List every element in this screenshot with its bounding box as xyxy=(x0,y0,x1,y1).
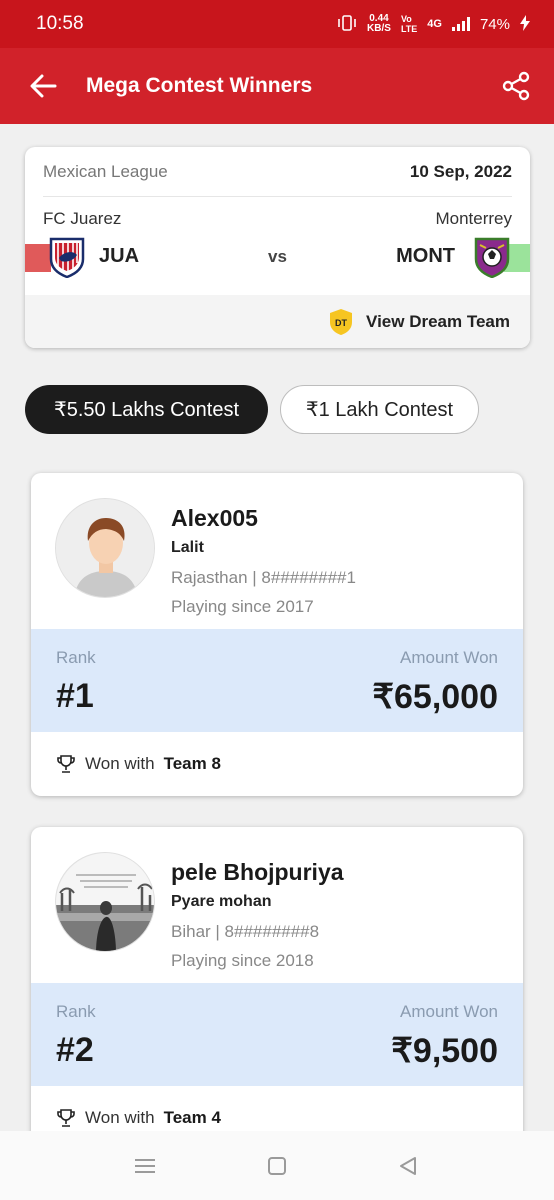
winning-team-name: Team 8 xyxy=(163,754,221,773)
contest-tab-5-50-lakhs[interactable]: ₹5.50 Lakhs Contest xyxy=(25,385,268,434)
winner-playing-since: Playing since 2018 xyxy=(171,951,314,970)
home-nav-icon xyxy=(268,1157,286,1175)
user-photo-icon xyxy=(56,853,154,951)
won-with-team: Won with Team 8 xyxy=(56,754,221,774)
system-nav-bar xyxy=(0,1131,554,1200)
rank-value: #1 xyxy=(56,677,94,715)
home-team-name: FC Juarez xyxy=(43,209,122,228)
winner-real-name: Pyare mohan xyxy=(171,893,272,910)
winner-real-name: Lalit xyxy=(171,539,204,556)
avatar xyxy=(55,852,155,952)
avatar xyxy=(55,498,155,598)
rank-label: Rank xyxy=(56,648,96,667)
rank-band: Rank Amount Won #2 ₹9,500 xyxy=(31,983,523,1086)
away-team-name: Monterrey xyxy=(435,209,512,228)
status-time: 10:58 xyxy=(36,13,84,34)
match-card: Mexican League 10 Sep, 2022 FC Juarez Mo… xyxy=(25,147,530,348)
home-button[interactable] xyxy=(264,1153,290,1179)
dream-badge-text: DT xyxy=(335,318,347,328)
winning-team-name: Team 4 xyxy=(163,1108,221,1127)
trophy-icon xyxy=(57,755,75,773)
won-with-label: Won with xyxy=(85,1108,155,1127)
winner-username: Alex005 xyxy=(171,505,258,531)
vibrate-icon xyxy=(337,14,357,34)
net-speed-icon: 0.44 KB/S xyxy=(367,13,391,34)
share-button[interactable] xyxy=(486,48,546,124)
teams-row: JUA vs MONT xyxy=(25,233,530,279)
charging-icon xyxy=(520,14,530,34)
page-title: Mega Contest Winners xyxy=(86,74,313,97)
network-type-icon: 4G xyxy=(427,18,442,30)
winner-username: pele Bhojpuriya xyxy=(171,859,344,885)
winner-location: Rajasthan | 8########1 xyxy=(171,568,356,587)
view-dream-team-button[interactable]: DT View Dream Team xyxy=(25,295,530,348)
match-header: Mexican League 10 Sep, 2022 xyxy=(43,147,512,197)
amount-won-value: ₹9,500 xyxy=(391,1032,498,1070)
winner-playing-since: Playing since 2017 xyxy=(171,597,314,616)
dream-team-badge-icon: DT xyxy=(328,308,354,336)
app-bar: Mega Contest Winners xyxy=(0,48,554,124)
rank-label: Rank xyxy=(56,1002,96,1021)
won-with-team: Won with Team 4 xyxy=(56,1108,221,1128)
team-names: FC Juarez Monterrey xyxy=(43,209,512,229)
back-button[interactable] xyxy=(0,48,86,124)
back-arrow-icon xyxy=(30,74,57,98)
back-nav-icon xyxy=(400,1157,416,1175)
status-bar: 10:58 0.44 KB/S Vo LTE 4G 74% xyxy=(0,0,554,48)
amount-won-label: Amount Won xyxy=(400,648,498,667)
default-avatar-icon xyxy=(56,499,154,597)
winner-card[interactable]: Alex005 Lalit Rajasthan | 8########1 Pla… xyxy=(31,473,523,796)
share-icon xyxy=(502,71,530,101)
match-date: 10 Sep, 2022 xyxy=(409,161,512,181)
won-with-label: Won with xyxy=(85,754,155,773)
volte-icon: Vo LTE xyxy=(400,14,418,34)
contest-tab-1-lakh[interactable]: ₹1 Lakh Contest xyxy=(280,385,479,434)
system-icons: 0.44 KB/S Vo LTE 4G 74% xyxy=(337,14,530,34)
rank-value: #2 xyxy=(56,1031,94,1069)
rank-band: Rank Amount Won #1 ₹65,000 xyxy=(31,629,523,732)
amount-won-value: ₹65,000 xyxy=(372,678,498,716)
amount-won-label: Amount Won xyxy=(400,1002,498,1021)
system-back-button[interactable] xyxy=(395,1153,421,1179)
away-team-short: MONT xyxy=(396,245,455,267)
signal-icon xyxy=(451,17,470,31)
recent-apps-button[interactable] xyxy=(132,1153,158,1179)
battery-percent: 74% xyxy=(479,15,510,33)
view-dream-team-label: View Dream Team xyxy=(366,311,510,331)
menu-nav-icon xyxy=(135,1159,155,1173)
winner-location: Bihar | 8########8 xyxy=(171,922,320,941)
winner-card[interactable]: pele Bhojpuriya Pyare mohan Bihar | 8###… xyxy=(31,827,523,1157)
league-name: Mexican League xyxy=(43,161,168,181)
trophy-icon xyxy=(57,1109,75,1127)
